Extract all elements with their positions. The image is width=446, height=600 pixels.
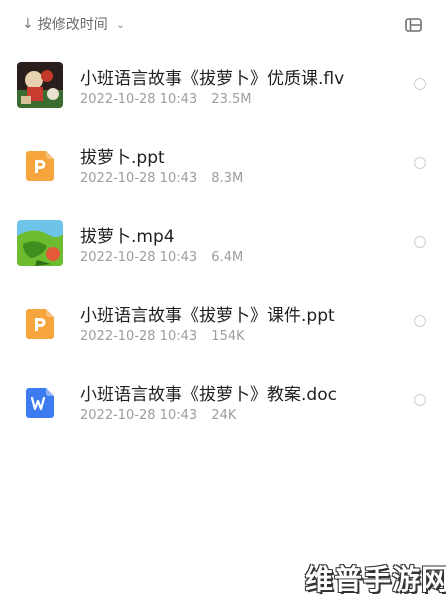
sort-dropdown[interactable]: ↓ 按修改时间 ⌄ — [22, 12, 125, 36]
file-name: 小班语言故事《拔萝卜》教案.doc — [80, 385, 337, 405]
file-row[interactable]: 拔萝卜.mp4 2022-10-28 10:43 6.4M — [0, 208, 446, 287]
file-size: 24K — [211, 408, 237, 423]
file-date: 2022-10-28 10:43 — [80, 171, 198, 186]
ppt-icon — [26, 151, 54, 181]
file-meta: 2022-10-28 10:43 154K — [80, 329, 255, 344]
file-meta: 2022-10-28 10:43 6.4M — [80, 250, 253, 265]
file-size: 6.4M — [211, 250, 244, 265]
select-radio[interactable] — [414, 394, 426, 406]
watermark: 维普手游网 — [305, 563, 446, 596]
file-name: 拔萝卜.mp4 — [80, 227, 175, 247]
file-name: 小班语言故事《拔萝卜》优质课.flv — [80, 69, 345, 89]
file-row[interactable]: 小班语言故事《拔萝卜》优质课.flv 2022-10-28 10:43 23.5… — [0, 50, 446, 129]
chevron-down-icon: ⌄ — [115, 17, 125, 31]
arrow-down-icon: ↓ — [22, 16, 34, 32]
select-radio[interactable] — [414, 78, 426, 90]
file-size: 8.3M — [211, 171, 244, 186]
ppt-icon — [26, 309, 54, 339]
file-meta: 2022-10-28 10:43 23.5M — [80, 92, 261, 107]
file-meta: 2022-10-28 10:43 8.3M — [80, 171, 253, 186]
select-radio[interactable] — [414, 236, 426, 248]
video-thumbnail — [17, 62, 63, 108]
file-size: 23.5M — [211, 92, 252, 107]
list-view-icon[interactable] — [404, 16, 424, 34]
file-meta: 2022-10-28 10:43 24K — [80, 408, 246, 423]
file-date: 2022-10-28 10:43 — [80, 329, 198, 344]
video-thumbnail — [17, 220, 63, 266]
file-row[interactable]: 小班语言故事《拔萝卜》课件.ppt 2022-10-28 10:43 154K — [0, 287, 446, 366]
file-date: 2022-10-28 10:43 — [80, 92, 198, 107]
file-date: 2022-10-28 10:43 — [80, 408, 198, 423]
file-date: 2022-10-28 10:43 — [80, 250, 198, 265]
file-list: 小班语言故事《拔萝卜》优质课.flv 2022-10-28 10:43 23.5… — [0, 50, 446, 445]
file-size: 154K — [211, 329, 245, 344]
file-name: 小班语言故事《拔萝卜》课件.ppt — [80, 306, 335, 326]
file-name: 拔萝卜.ppt — [80, 148, 165, 168]
sort-label: 按修改时间 — [37, 17, 108, 33]
select-radio[interactable] — [414, 157, 426, 169]
file-row[interactable]: 小班语言故事《拔萝卜》教案.doc 2022-10-28 10:43 24K — [0, 366, 446, 445]
select-radio[interactable] — [414, 315, 426, 327]
toolbar: ↓ 按修改时间 ⌄ — [0, 0, 446, 50]
file-row[interactable]: 拔萝卜.ppt 2022-10-28 10:43 8.3M — [0, 129, 446, 208]
doc-icon — [26, 388, 54, 418]
